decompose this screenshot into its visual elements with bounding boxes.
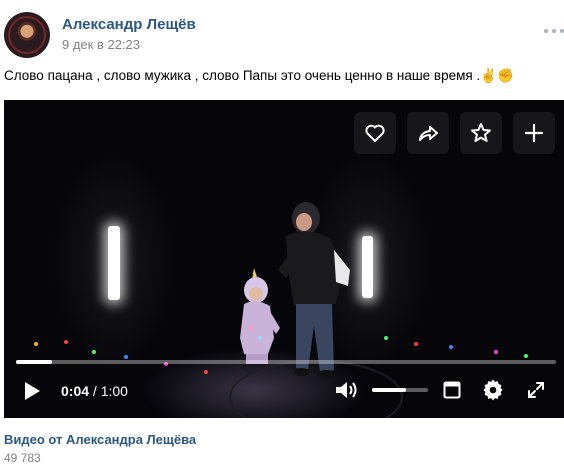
video-time: 0:04 / 1:00 bbox=[61, 383, 128, 399]
add-video-button[interactable] bbox=[513, 112, 555, 154]
share-video-button[interactable] bbox=[407, 112, 449, 154]
like-video-button[interactable] bbox=[354, 112, 396, 154]
post-date[interactable]: 9 дек в 22:23 bbox=[62, 37, 140, 52]
volume-fill bbox=[372, 388, 406, 392]
volume-icon[interactable] bbox=[334, 379, 360, 401]
window-mode-icon[interactable] bbox=[443, 381, 461, 399]
video-views: 49 783 bbox=[4, 451, 41, 465]
star-icon bbox=[471, 123, 491, 142]
share-icon bbox=[419, 126, 438, 141]
settings-icon[interactable] bbox=[482, 379, 504, 401]
post-text-row: Слово пацана , слово мужика , слово Папы… bbox=[4, 68, 514, 84]
volume-slider[interactable] bbox=[372, 388, 428, 392]
video-progress-bar[interactable] bbox=[16, 360, 556, 364]
play-icon[interactable] bbox=[22, 380, 42, 402]
time-total: 1:00 bbox=[100, 383, 128, 399]
video-progress-fill bbox=[16, 360, 53, 364]
fullscreen-icon[interactable] bbox=[526, 380, 546, 400]
favorite-video-button[interactable] bbox=[460, 112, 502, 154]
heart-icon bbox=[365, 124, 385, 142]
video-person-girl bbox=[240, 268, 280, 364]
plus-icon bbox=[524, 123, 544, 143]
video-player[interactable]: 0:04 / 1:00 bbox=[4, 100, 564, 418]
author-name[interactable]: Александр Лещёв bbox=[62, 16, 196, 33]
author-avatar[interactable] bbox=[4, 12, 50, 58]
time-separator: / bbox=[92, 383, 97, 399]
time-current: 0:04 bbox=[61, 383, 90, 399]
video-caption-link[interactable]: Видео от Александра Лещёва bbox=[4, 432, 196, 447]
more-options-icon[interactable] bbox=[542, 26, 564, 38]
post-text: Слово пацана , слово мужика , слово Папы… bbox=[4, 68, 514, 83]
